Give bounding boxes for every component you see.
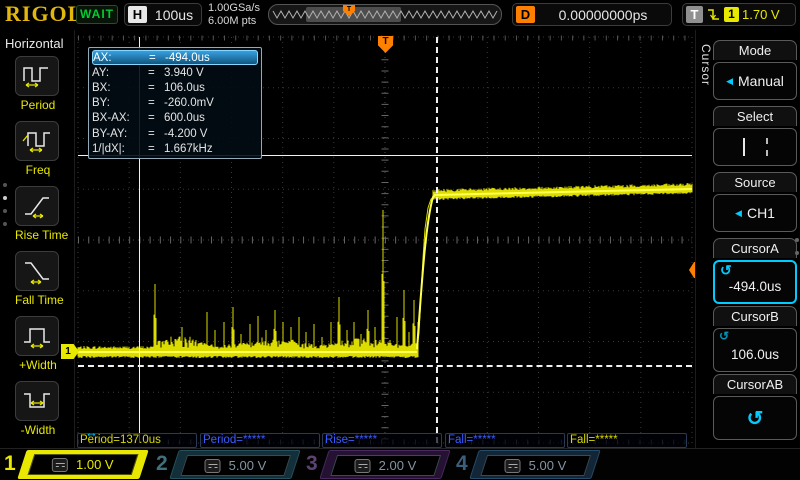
cursor-info-row-ay: AY:=3.940 V: [92, 65, 258, 80]
channel-1-button[interactable]: 1 1.00 V: [0, 449, 150, 480]
freq-icon: [21, 127, 53, 155]
mode-group: Mode ◀ Manual: [713, 40, 797, 100]
source-label: Source: [713, 172, 797, 192]
falling-edge-icon: [706, 7, 721, 23]
menu-page-dot: [795, 238, 799, 242]
sample-rate: 1.00GSa/s: [208, 2, 260, 15]
left-arrow-icon: ◀: [735, 208, 742, 219]
delay-value: 0.00000000ps: [535, 7, 671, 23]
menu-page-dot: [3, 222, 7, 226]
dc-coupling-icon: [355, 459, 371, 473]
sample-rate-readout: 1.00GSa/s 6.00M pts: [208, 2, 260, 28]
dc-coupling-icon: [505, 459, 521, 473]
channel-status-bar: 1 1.00 V 2 5.00 V 3 2.00: [0, 448, 800, 480]
cursor-b-vertical-line[interactable]: [436, 37, 438, 443]
trigger-readout: T 1 1.70 V: [682, 3, 796, 26]
h-expand-icon: ↔: [85, 425, 98, 440]
mode-button[interactable]: ◀ Manual: [713, 62, 797, 100]
channel-4-body: 5.00 V: [469, 450, 600, 479]
cursor-measurement-box: AX:=-494.0us AY:=3.940 V BX:=106.0us BY:…: [88, 47, 262, 159]
measure-item-pos-width[interactable]: +Width: [15, 316, 61, 372]
timebase-value: 100us: [147, 7, 201, 23]
dc-coupling-icon: [52, 458, 68, 472]
pos-width-icon: [21, 322, 53, 350]
measure-item-fall-time[interactable]: Fall Time: [15, 251, 61, 307]
channel-3-body: 2.00 V: [319, 450, 450, 479]
cursor-ab-button[interactable]: ↺: [713, 396, 797, 440]
channel-3-button[interactable]: 3 2.00 V: [302, 449, 450, 480]
ch1-waveform-trace: [78, 183, 692, 358]
trigger-t-icon: T: [686, 6, 703, 23]
cursor-a-glyph-icon: [743, 138, 745, 156]
rigol-logo: RIGOL: [5, 1, 83, 27]
menu-page-dot: [3, 183, 7, 187]
select-group: Select: [713, 106, 797, 166]
channel-2-body: 5.00 V: [169, 450, 300, 479]
channel-1-body: 1.00 V: [17, 450, 148, 479]
cursor-info-row-bx: BX:=106.0us: [92, 80, 258, 95]
select-button[interactable]: [713, 128, 797, 166]
memory-position-bar: T: [268, 4, 502, 25]
top-status-bar: RIGOL WAIT H 100us 1.00GSa/s 6.00M pts T…: [0, 0, 800, 30]
waveform-display: T T 1 AX:=-494.0us AY:=3.940 V BX:=106.0…: [75, 33, 695, 448]
cursor-menu: Cursor Mode ◀ Manual Select Source ◀ CH1…: [695, 30, 800, 448]
rotate-knob-icon: ↺: [720, 262, 732, 279]
channel-2-button[interactable]: 2 5.00 V: [152, 449, 300, 480]
horizontal-h-icon: H: [128, 6, 147, 23]
measure-item-freq[interactable]: Freq: [15, 121, 61, 177]
cursor-info-row-ax: AX:=-494.0us: [92, 50, 258, 65]
cursor-info-row-by: BY:=-260.0mV: [92, 96, 258, 111]
cursor-a-group: CursorA ↺ -494.0us: [713, 238, 797, 304]
cursor-ab-group: CursorAB ↺: [713, 374, 797, 440]
measure-slot-3[interactable]: Rise=*****: [322, 433, 442, 448]
select-label: Select: [713, 106, 797, 126]
dc-coupling-icon: [205, 459, 221, 473]
left-menu-title: Horizontal: [5, 36, 64, 51]
menu-page-dot: [795, 251, 799, 255]
cursor-info-row-byay: BY-AY:=-4.200 V: [92, 126, 258, 141]
cursor-a-label: CursorA: [713, 238, 797, 258]
mode-label: Mode: [713, 40, 797, 60]
measure-item-rise-time[interactable]: Rise Time: [15, 186, 61, 242]
rise-time-icon: [21, 192, 53, 220]
source-button[interactable]: ◀ CH1: [713, 194, 797, 232]
rotate-knob-icon: ↺: [719, 329, 729, 343]
neg-width-icon: [21, 387, 53, 415]
fall-time-icon: [21, 257, 53, 285]
cursor-menu-tab: Cursor: [699, 44, 713, 86]
cursor-a-button[interactable]: ↺ -494.0us: [713, 260, 797, 304]
memory-waveform-icon: T: [269, 5, 503, 26]
cursor-info-row-bxax: BX-AX:=600.0us: [92, 111, 258, 126]
cursor-b-horizontal-line[interactable]: [78, 365, 692, 367]
source-group: Source ◀ CH1: [713, 172, 797, 232]
channel-4-button[interactable]: 4 5.00 V: [452, 449, 600, 480]
trigger-source-badge: 1: [724, 7, 739, 22]
cursor-info-row-freq: 1/|dX|:=1.667kHz: [92, 141, 258, 156]
measure-item-period[interactable]: Period: [15, 56, 61, 112]
delay-readout: D 0.00000000ps: [512, 3, 672, 26]
acquisition-status-badge: WAIT: [76, 5, 118, 24]
menu-page-dot: [3, 209, 7, 213]
memory-trigger-marker: T: [347, 6, 352, 13]
cursor-b-glyph-icon: [766, 138, 768, 156]
measure-slot-4[interactable]: Fall=*****: [445, 433, 565, 448]
horizontal-measure-menu: Horizontal Period Freq Rise Time: [0, 30, 75, 448]
trigger-level-value: 1.70 V: [742, 7, 780, 22]
rotate-knob-icon: ↺: [747, 406, 764, 431]
menu-page-dot-active: [3, 196, 7, 200]
delay-d-icon: D: [516, 6, 535, 23]
cursor-b-group: CursorB ↺ 106.0us: [713, 306, 797, 372]
memory-depth: 6.00M pts: [208, 15, 260, 28]
cursor-b-label: CursorB: [713, 306, 797, 326]
horizontal-timebase-readout: H 100us: [124, 3, 202, 26]
oscilloscope-screen: RIGOL WAIT H 100us 1.00GSa/s 6.00M pts T…: [0, 0, 800, 480]
period-icon: [21, 62, 53, 90]
measure-slot-2[interactable]: Period=*****: [200, 433, 320, 448]
cursor-ab-label: CursorAB: [713, 374, 797, 394]
left-arrow-icon: ◀: [726, 76, 733, 87]
cursor-b-button[interactable]: ↺ 106.0us: [713, 328, 797, 372]
measure-slot-5[interactable]: Fall=*****: [567, 433, 687, 448]
measure-item-neg-width[interactable]: -Width: [15, 381, 61, 437]
